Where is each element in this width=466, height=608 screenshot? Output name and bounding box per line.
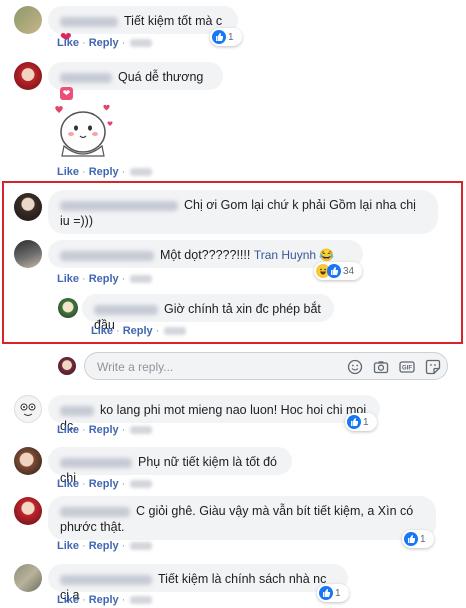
- author-name[interactable]: [60, 200, 178, 211]
- reply-link[interactable]: Reply: [89, 594, 119, 606]
- tagged-user-link[interactable]: Tran Huynh: [254, 248, 316, 262]
- reply-input[interactable]: [95, 358, 339, 376]
- like-link[interactable]: Like: [57, 273, 79, 285]
- emoji-icon[interactable]: [347, 359, 363, 375]
- reply-link[interactable]: Reply: [89, 166, 119, 178]
- avatar[interactable]: [58, 298, 78, 318]
- gif-icon[interactable]: GIF: [399, 359, 415, 375]
- reply-link[interactable]: Reply: [123, 325, 153, 337]
- like-reaction-icon: [212, 30, 226, 44]
- comment-text: Tiết kiệm tốt mà c: [124, 14, 223, 28]
- avatar[interactable]: [14, 497, 42, 525]
- reaction-summary[interactable]: 1: [317, 584, 349, 602]
- comment-bubble: Giờ chính tả xin đc phép bắt đầu: [82, 294, 334, 332]
- comment-actions: Like · Reply ·: [57, 540, 153, 552]
- avatar[interactable]: [14, 6, 42, 34]
- reply-link[interactable]: Reply: [89, 540, 119, 552]
- comment-bubble: Tiết kiệm tốt mà c ❤: [48, 6, 238, 45]
- like-link[interactable]: Like: [57, 37, 79, 49]
- comment-actions: Like · Reply ·: [57, 37, 153, 49]
- author-name[interactable]: [60, 506, 130, 517]
- comment-actions: Like · Reply ·: [57, 594, 153, 606]
- current-user-avatar[interactable]: [58, 357, 76, 375]
- reply-link[interactable]: Reply: [89, 37, 119, 49]
- reply-link[interactable]: Reply: [89, 424, 119, 436]
- comment-actions: Like · Reply ·: [57, 273, 153, 285]
- like-link[interactable]: Like: [57, 166, 79, 178]
- laugh-emoji: 😂: [319, 248, 335, 262]
- comment-bubble: Tiết kiệm là chính sách nhà nc cj a: [48, 564, 348, 602]
- reaction-count: 34: [343, 265, 355, 277]
- comment-bubble: Chị ơi Gom lại chứ k phải Gồm lại nha ch…: [48, 190, 438, 234]
- like-link[interactable]: Like: [91, 325, 113, 337]
- avatar[interactable]: [14, 395, 42, 423]
- timestamp[interactable]: [130, 39, 153, 48]
- comment-bubble: C giỏi ghê. Giàu vậy mà vẫn bít tiết kiệ…: [48, 496, 436, 540]
- comment-bubble: Quá dễ thương ❤: [48, 62, 223, 101]
- author-name[interactable]: [60, 72, 112, 83]
- avatar[interactable]: [14, 62, 42, 90]
- like-reaction-icon: [319, 586, 333, 600]
- author-name[interactable]: [60, 405, 94, 416]
- reaction-summary[interactable]: 1: [210, 28, 242, 46]
- comment-actions: Like · Reply ·: [91, 325, 187, 337]
- author-name[interactable]: [60, 574, 152, 585]
- sticker: [50, 98, 116, 162]
- timestamp[interactable]: [130, 275, 153, 284]
- like-reaction-icon: [404, 532, 418, 546]
- reaction-count: 1: [335, 587, 341, 599]
- avatar[interactable]: [14, 193, 42, 221]
- comment-actions: Like · Reply ·: [57, 424, 153, 436]
- reaction-summary[interactable]: 1: [402, 530, 434, 548]
- like-link[interactable]: Like: [57, 478, 79, 490]
- reaction-count: 1: [228, 31, 234, 43]
- comment-text: Quá dễ thương: [118, 70, 204, 84]
- reply-link[interactable]: Reply: [89, 478, 119, 490]
- avatar[interactable]: [14, 240, 42, 268]
- like-reaction-icon: [347, 415, 361, 429]
- timestamp[interactable]: [130, 426, 153, 435]
- timestamp[interactable]: [130, 480, 153, 489]
- reaction-summary[interactable]: 1: [345, 413, 377, 431]
- avatar[interactable]: [14, 564, 42, 592]
- svg-text:GIF: GIF: [402, 366, 412, 372]
- timestamp[interactable]: [164, 327, 187, 336]
- camera-icon[interactable]: [373, 359, 389, 375]
- reply-link[interactable]: Reply: [89, 273, 119, 285]
- reaction-count: 1: [363, 416, 369, 428]
- author-name[interactable]: [60, 457, 132, 468]
- like-link[interactable]: Like: [57, 540, 79, 552]
- comment-bubble: Phụ nữ tiết kiệm là tốt đó chị: [48, 447, 292, 485]
- comment-text: Một dọt?????!!!!: [160, 248, 254, 262]
- like-link[interactable]: Like: [57, 424, 79, 436]
- like-link[interactable]: Like: [57, 594, 79, 606]
- timestamp[interactable]: [130, 596, 153, 605]
- author-name[interactable]: [94, 304, 158, 315]
- reaction-count: 1: [420, 533, 426, 545]
- timestamp[interactable]: [130, 542, 153, 551]
- avatar[interactable]: [14, 447, 42, 475]
- sticker-icon[interactable]: [425, 359, 441, 375]
- reaction-summary[interactable]: 34: [314, 262, 362, 280]
- author-name[interactable]: [60, 250, 154, 261]
- like-reaction-icon: [327, 264, 341, 278]
- author-name[interactable]: [60, 16, 118, 27]
- comment-actions: Like · Reply ·: [57, 478, 153, 490]
- comment-actions: Like · Reply ·: [57, 166, 153, 178]
- reply-composer: GIF: [84, 352, 448, 380]
- timestamp[interactable]: [130, 168, 153, 177]
- comment-bubble: ko lang phi mot mieng nao luon! Hoc hoi …: [48, 395, 380, 433]
